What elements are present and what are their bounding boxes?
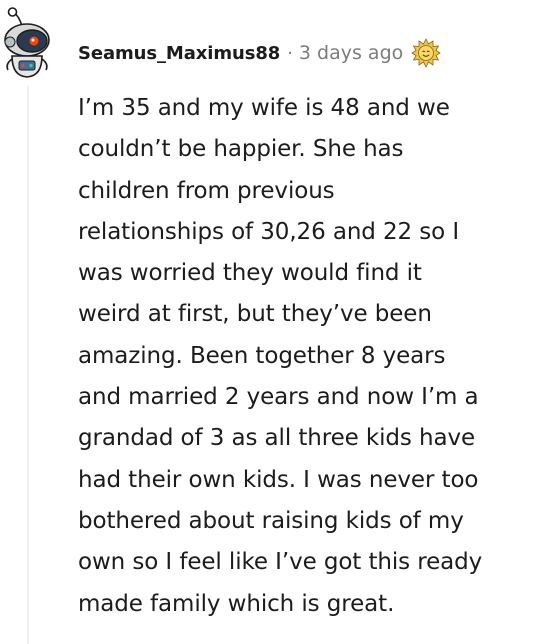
comment-body-line: bothered about raising kids of my [78,507,464,534]
meta-separator: · [287,42,293,64]
comment-body-line: own so I feel like I’ve got this ready [78,549,483,576]
comment-header: Seamus_Maximus88 · 3 days ago [78,38,442,68]
comment-body-line: amazing. Been together 8 years [78,342,446,369]
comment-body-line: I’m 35 and my wife is 48 and we [78,95,450,121]
username[interactable]: Seamus_Maximus88 [78,43,280,64]
comment-body-line: and married 2 years and now I’m a [78,384,479,411]
comment-body-line: was worried they would find it [78,260,422,287]
comment-body-line: relationships of 30,26 and 22 so I [78,218,460,245]
avatar[interactable] [0,4,58,84]
thread-line[interactable] [27,86,29,644]
comment: Seamus_Maximus88 · 3 days ago I’m 35 and… [0,0,555,644]
timestamp[interactable]: 3 days ago [299,42,403,64]
comment-body-line: grandad of 3 as all three kids have [78,425,476,452]
comment-body-line: couldn’t be happier. She has [78,136,404,163]
comment-body: I’m 35 and my wife is 48 and we couldn’t… [78,88,548,625]
comment-body-line: weird at first, but they’ve been [78,301,432,328]
comment-body-line: had their own kids. I was never too [78,466,479,493]
snoo-astronaut-avatar-icon [4,7,50,78]
comment-body-line: children from previous [78,177,335,204]
sun-award-icon[interactable] [411,38,442,68]
comment-body-line: made family which is great. [78,590,395,617]
